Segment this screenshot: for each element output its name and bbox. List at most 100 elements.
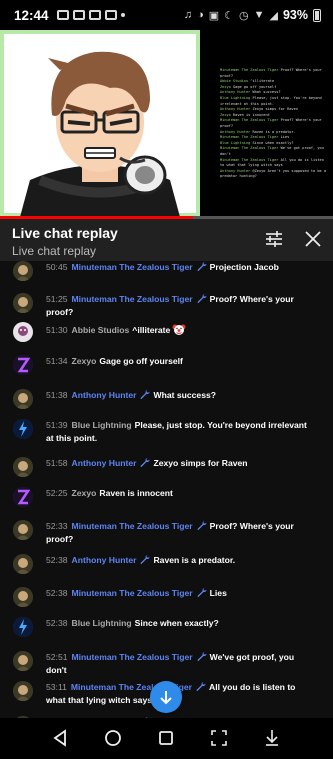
chat-message[interactable]: 51:39 Blue Lightning Please, just stop. Yo… xyxy=(0,419,333,445)
overlay-author: Anthony Hunter xyxy=(220,129,251,134)
overlay-author: Minuteman The Zealous Tiger xyxy=(220,157,279,162)
overlay-chat-line: Minuteman The Zealous Tiger All you do i… xyxy=(220,158,328,169)
moderator-wrench-icon xyxy=(197,261,207,272)
more-notifications-icon xyxy=(120,13,125,17)
avatar[interactable] xyxy=(13,617,33,637)
avatar[interactable] xyxy=(13,520,33,540)
avatar[interactable] xyxy=(13,457,33,477)
avatar[interactable] xyxy=(13,355,33,375)
game-controller-icon xyxy=(56,10,69,20)
chat-message[interactable]: 51:38 Anthony Hunter What success? xyxy=(0,389,333,409)
message-text: Lies xyxy=(209,588,227,598)
video-player[interactable]: Minuteman The Zealous Tiger Proof? Where… xyxy=(0,30,333,217)
game-controller-icon xyxy=(88,10,101,20)
arrow-down-icon xyxy=(160,691,172,705)
android-navigation-bar xyxy=(0,718,333,759)
fullscreen-icon[interactable] xyxy=(210,729,228,747)
message-author[interactable]: Minuteman The Zealous Tiger xyxy=(72,262,193,272)
avatar[interactable] xyxy=(13,261,33,281)
message-timestamp: 50:45 xyxy=(46,262,68,272)
message-text: Since when exactly? xyxy=(134,618,219,628)
message-timestamp: 52:38 xyxy=(46,588,68,598)
overlay-author: Minuteman The Zealous Tiger xyxy=(220,118,279,123)
message-timestamp: 52:51 xyxy=(46,652,68,662)
avatar[interactable] xyxy=(13,587,33,607)
overlay-author: Minuteman The Zealous Tiger xyxy=(220,68,279,72)
settings-sliders-icon[interactable] xyxy=(265,231,283,247)
video-thumbnail-character xyxy=(0,30,200,217)
overlay-author: Zexyo xyxy=(220,112,231,117)
message-text: Raven is innocent xyxy=(99,488,173,498)
overlay-chat-line: Minuteman The Zealous Tiger Proof? Where… xyxy=(220,118,328,129)
chat-message[interactable]: 52:51 Minuteman The Zealous Tiger We've go… xyxy=(0,651,333,677)
avatar[interactable] xyxy=(13,419,33,439)
overlay-author: Anthony Hunter xyxy=(220,90,251,95)
message-timestamp: 51:30 xyxy=(46,325,68,335)
message-author[interactable]: Minuteman The Zealous Tiger xyxy=(72,294,193,304)
message-author[interactable]: Zexyo xyxy=(72,488,97,498)
message-author[interactable]: Anthony Hunter xyxy=(72,390,137,400)
chat-message[interactable]: 51:25 Minuteman The Zealous Tiger Proof? W… xyxy=(0,293,333,319)
recents-icon[interactable] xyxy=(157,729,175,747)
message-author[interactable]: Minuteman The Zealous Tiger xyxy=(72,652,193,662)
moderator-wrench-icon xyxy=(197,587,207,598)
avatar[interactable] xyxy=(13,293,33,313)
overlay-chat-line: Minuteman The Zealous Tiger We've got pr… xyxy=(220,146,328,157)
message-author[interactable]: Abbie Studios xyxy=(72,325,130,335)
alarm-icon: ◷ xyxy=(239,9,249,22)
overlay-text: Lies xyxy=(278,135,290,140)
avatar[interactable] xyxy=(13,389,33,409)
overlay-author: Blue Lightning xyxy=(220,95,251,100)
avatar[interactable] xyxy=(13,487,33,507)
overlay-author: Anthony Hunter xyxy=(220,168,251,173)
message-text: What success? xyxy=(153,390,217,400)
chat-message[interactable]: 52:38 Minuteman The Zealous Tiger Lies xyxy=(0,587,333,607)
chat-message[interactable]: 52:38 Blue Lightning Since when exactly? xyxy=(0,617,333,637)
message-text: Gage go off yourself xyxy=(99,356,183,366)
message-author[interactable]: Anthony Hunter xyxy=(72,458,137,468)
message-text: Projection Jacob xyxy=(209,262,279,272)
chat-message[interactable]: 51:30 Abbie Studios ^illiterate xyxy=(0,322,333,342)
status-bar: 12:44 ♫ ◑ ▣ ☾ ◷ ▼ ◢ 93% xyxy=(0,0,333,30)
chat-message-list[interactable]: 50:45 Minuteman The Zealous Tiger Projecti… xyxy=(0,261,333,718)
overlay-author: Zexyo xyxy=(220,84,231,89)
avatar[interactable] xyxy=(13,322,33,342)
chat-message[interactable]: 52:33 Minuteman The Zealous Tiger Proof? W… xyxy=(0,520,333,546)
home-icon[interactable] xyxy=(104,729,122,747)
overlay-text: Raven is a predator. xyxy=(250,129,296,134)
notification-icons xyxy=(56,10,125,20)
chat-message[interactable]: 51:58 Anthony Hunter Zexyo simps for Raven xyxy=(0,457,333,477)
message-author[interactable]: Anthony Hunter xyxy=(72,555,137,565)
message-timestamp: 51:58 xyxy=(46,458,68,468)
message-text: Zexyo simps for Raven xyxy=(153,458,248,468)
message-timestamp: 51:25 xyxy=(46,294,68,304)
message-author[interactable]: Minuteman The Zealous Tiger xyxy=(72,588,193,598)
system-icons: ♫ ◑ ▣ ☾ ◷ ▼ ◢ 93% xyxy=(184,8,321,22)
overlay-text: Raven is innocent xyxy=(230,112,270,117)
chat-message[interactable]: 51:34 Zexyo Gage go off yourself xyxy=(0,355,333,375)
message-author[interactable]: Minuteman The Zealous Tiger xyxy=(72,521,193,531)
message-author[interactable]: Zexyo xyxy=(72,356,97,366)
scroll-to-bottom-button[interactable] xyxy=(150,681,182,713)
message-author[interactable]: Blue Lightning xyxy=(72,420,132,430)
mute-icon: ☾ xyxy=(224,9,234,22)
back-icon[interactable] xyxy=(51,729,69,747)
overlay-author: Minuteman The Zealous Tiger xyxy=(220,135,279,140)
moderator-wrench-icon xyxy=(140,457,150,468)
chat-header: Live chat replay Live chat replay xyxy=(0,219,333,261)
close-icon[interactable] xyxy=(304,230,322,248)
notification-pull-down-icon[interactable] xyxy=(263,729,281,747)
moderator-wrench-icon xyxy=(140,389,150,400)
video-chat-overlay: Minuteman The Zealous Tiger Proof? Where… xyxy=(220,68,328,180)
avatar[interactable] xyxy=(13,651,33,671)
avatar[interactable] xyxy=(13,554,33,574)
moderator-wrench-icon xyxy=(140,554,150,565)
message-author[interactable]: Blue Lightning xyxy=(72,618,132,628)
chat-message[interactable]: 52:25 Zexyo Raven is innocent xyxy=(0,487,333,507)
message-timestamp: 52:38 xyxy=(46,555,68,565)
avatar[interactable] xyxy=(13,681,33,701)
bluetooth-icon: ◑ xyxy=(197,9,204,21)
chat-message[interactable]: 50:45 Minuteman The Zealous Tiger Projecti… xyxy=(0,261,333,281)
overlay-author: Anthony Hunter xyxy=(220,107,251,112)
chat-message[interactable]: 52:38 Anthony Hunter Raven is a predator. xyxy=(0,554,333,574)
